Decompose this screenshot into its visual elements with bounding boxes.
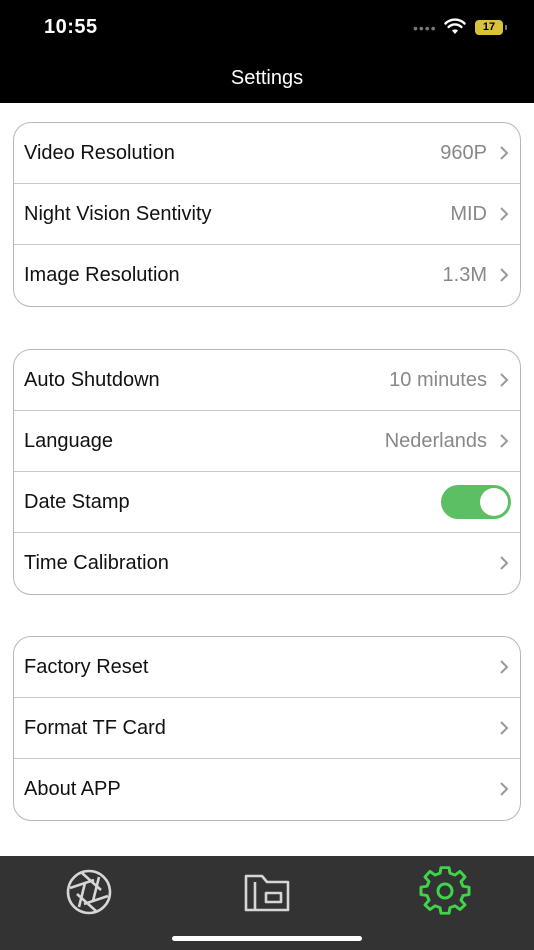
about-app-row[interactable]: About APP: [14, 759, 520, 820]
chevron-right-icon: [500, 556, 509, 570]
row-label: Night Vision Sentivity: [24, 203, 212, 225]
image-resolution-row[interactable]: Image Resolution 1.3M: [14, 245, 520, 306]
chevron-right-icon: [500, 373, 509, 387]
row-value: 10 minutes: [389, 369, 487, 391]
row-label: Date Stamp: [24, 491, 130, 513]
settings-group-device: Factory Reset Format TF Card About APP: [13, 636, 521, 821]
row-label: Image Resolution: [24, 264, 180, 286]
page-title: Settings: [230, 67, 304, 89]
chevron-right-icon: [500, 660, 509, 674]
row-label: Auto Shutdown: [24, 369, 160, 391]
time-calibration-row[interactable]: Time Calibration: [14, 533, 520, 594]
language-row[interactable]: Language Nederlands: [14, 411, 520, 472]
cellular-signal-icon: ••••: [413, 20, 437, 36]
row-value: 960P: [440, 142, 487, 164]
row-value: Nederlands: [384, 430, 487, 452]
gear-icon: [419, 866, 471, 915]
settings-group-system: Auto Shutdown 10 minutes Language Nederl…: [13, 349, 521, 595]
tab-files[interactable]: [241, 866, 293, 918]
toggle-knob: [480, 488, 508, 516]
night-vision-sensitivity-row[interactable]: Night Vision Sentivity MID: [14, 184, 520, 245]
wifi-icon: [444, 18, 466, 41]
chevron-right-icon: [500, 207, 509, 221]
date-stamp-toggle[interactable]: [441, 485, 511, 519]
navigation-bar: Settings: [0, 55, 534, 103]
row-label: Language: [24, 430, 113, 452]
row-value: MID: [450, 203, 487, 225]
date-stamp-row: Date Stamp: [14, 472, 520, 533]
row-label: About APP: [24, 778, 121, 800]
row-label: Time Calibration: [24, 552, 169, 574]
row-label: Format TF Card: [24, 717, 166, 739]
row-label: Video Resolution: [24, 142, 175, 164]
row-label: Factory Reset: [24, 656, 149, 678]
auto-shutdown-row[interactable]: Auto Shutdown 10 minutes: [14, 350, 520, 411]
settings-group-video: Video Resolution 960P Night Vision Senti…: [13, 122, 521, 307]
status-bar: 10:55 •••• 17: [0, 0, 534, 55]
home-indicator: [172, 936, 362, 941]
status-time: 10:55: [44, 16, 98, 38]
chevron-right-icon: [500, 268, 509, 282]
tab-settings[interactable]: [419, 866, 471, 918]
row-value: 1.3M: [442, 264, 487, 286]
folder-icon: [244, 874, 290, 912]
chevron-right-icon: [500, 721, 509, 735]
factory-reset-row[interactable]: Factory Reset: [14, 637, 520, 698]
chevron-right-icon: [500, 146, 509, 160]
aperture-icon: [66, 869, 112, 915]
format-tf-card-row[interactable]: Format TF Card: [14, 698, 520, 759]
tab-camera[interactable]: [63, 866, 115, 918]
video-resolution-row[interactable]: Video Resolution 960P: [14, 123, 520, 184]
chevron-right-icon: [500, 434, 509, 448]
battery-icon: 17: [475, 20, 507, 35]
chevron-right-icon: [500, 782, 509, 796]
